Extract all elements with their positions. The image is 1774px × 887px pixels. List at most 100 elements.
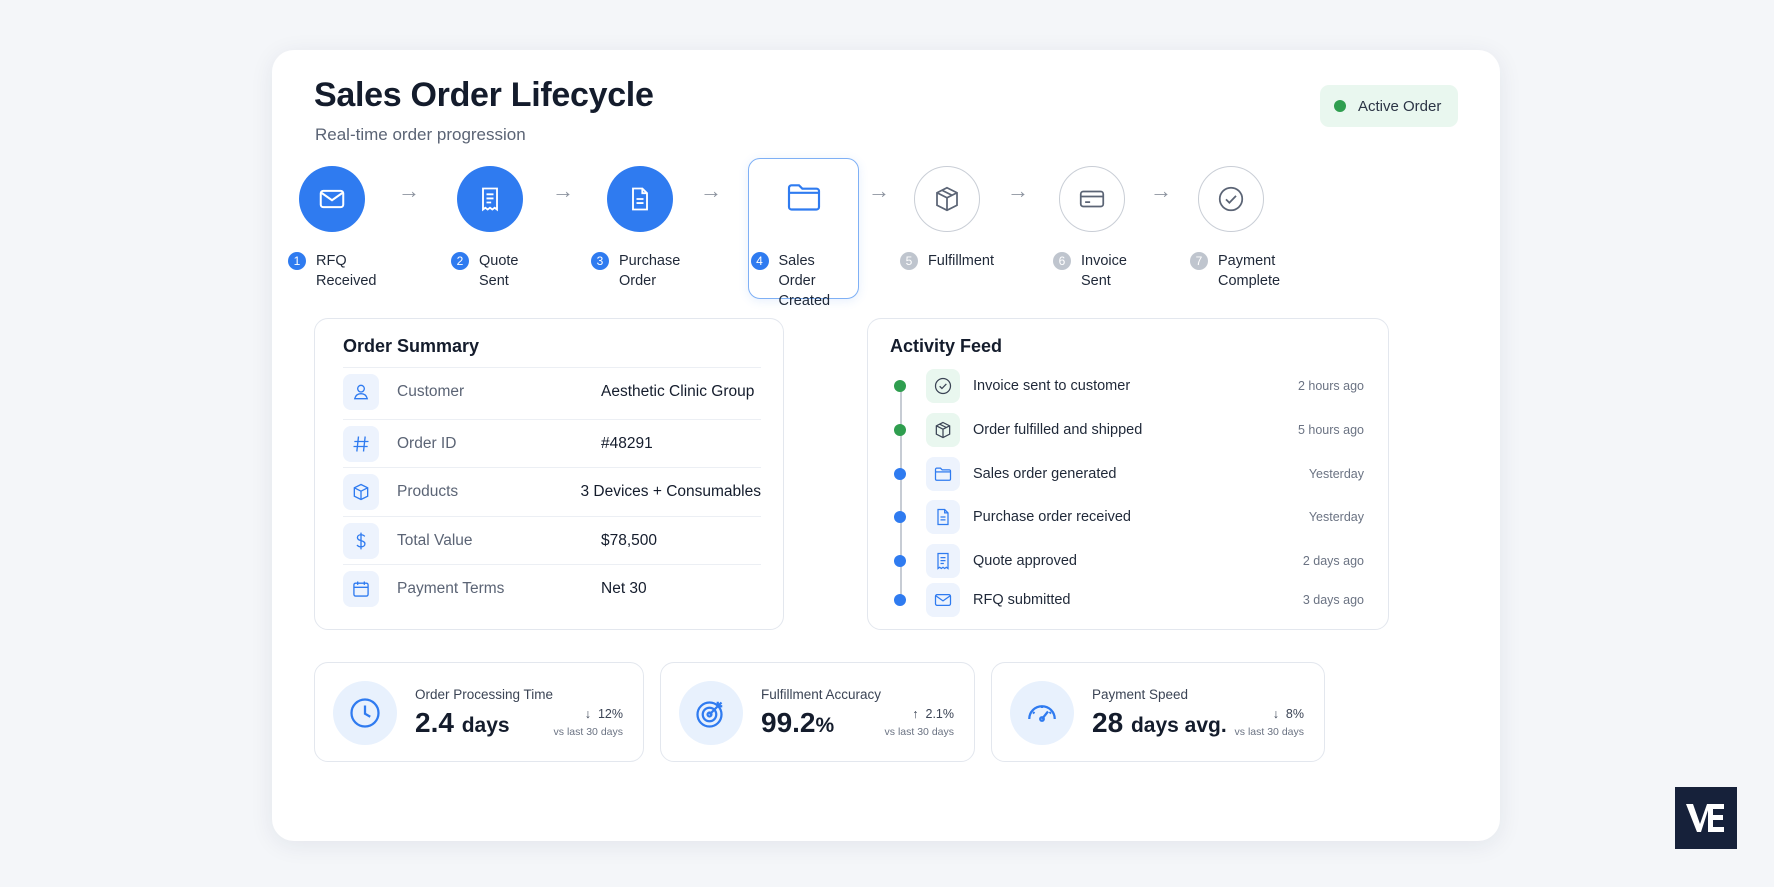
feed-item-text: Order fulfilled and shipped (973, 422, 1143, 438)
feed-item-text: Sales order generated (973, 466, 1117, 482)
metric-label: Payment Speed (1092, 687, 1189, 702)
metric-compare: vs last 30 days (553, 726, 623, 738)
metric-compare: vs last 30 days (884, 726, 954, 738)
step-label: Purchase Order (619, 253, 681, 289)
metric-fulfillment-accuracy: Fulfillment Accuracy 99.2% ↑ 2.1% vs las… (660, 662, 975, 762)
summary-row-order-id: Order ID #48291 (343, 419, 761, 467)
metric-value: 99.2% (761, 707, 835, 738)
folder-icon (776, 169, 832, 225)
brand-logo (1675, 787, 1737, 849)
step-purchase-order[interactable]: 3 Purchase Order (570, 159, 710, 289)
arrow-right-icon: → (398, 178, 420, 203)
step-label: Quote Sent (479, 253, 519, 289)
summary-value: $78,500 (601, 531, 658, 549)
feed-item[interactable]: RFQ submitted 3 days ago (894, 582, 1364, 618)
metric-label: Fulfillment Accuracy (761, 687, 882, 702)
arrow-down-icon: ↓ (584, 707, 592, 721)
arrow-up-icon: ↑ (912, 707, 919, 721)
credit-card-icon (1059, 166, 1125, 232)
timeline-dot (894, 594, 906, 606)
receipt-icon (457, 166, 523, 232)
metric-value: 28 days avg. (1092, 707, 1227, 738)
feed-item-text: Quote approved (973, 553, 1077, 569)
feed-item-time: 3 days ago (1302, 593, 1364, 607)
feed-item[interactable]: Quote approved 2 days ago (894, 543, 1364, 579)
box-icon (914, 166, 980, 232)
order-summary-panel: Order Summary Customer Aesthetic Clinic … (314, 318, 784, 630)
step-label: Fulfillment (927, 253, 995, 269)
document-icon (607, 166, 673, 232)
activity-feed-panel: Activity Feed Invoice sent to customer 2… (867, 318, 1389, 630)
metric-delta: ↓ 8% (1272, 707, 1304, 721)
timeline-dot (894, 424, 906, 436)
step-number: 3 (591, 252, 609, 270)
step-invoice-sent[interactable]: 6 Invoice Sent (1022, 159, 1162, 289)
feed-item[interactable]: Order fulfilled and shipped 5 hours ago (894, 412, 1364, 448)
summary-value: #48291 (601, 434, 653, 452)
metric-delta: ↑ 2.1% (912, 707, 954, 721)
step-number: 7 (1190, 252, 1208, 270)
timeline-dot (894, 380, 906, 392)
step-rfq-received[interactable]: 1 RFQ Received (262, 159, 402, 289)
speedometer-icon (1010, 681, 1074, 745)
summary-value: 3 Devices + Consumables (580, 482, 762, 500)
feed-item-time: 5 hours ago (1297, 423, 1364, 437)
timeline-dot (894, 555, 906, 567)
box-icon (926, 413, 960, 447)
envelope-icon (299, 166, 365, 232)
summary-key: Total Value (397, 531, 473, 549)
box-icon (343, 473, 379, 510)
feed-item-time: 2 hours ago (1297, 379, 1364, 393)
check-circle-icon (926, 369, 960, 403)
calendar-icon (343, 570, 379, 607)
dollar-icon (343, 522, 379, 559)
summary-row-payment-terms: Payment Terms Net 30 (343, 564, 761, 612)
summary-row-total-value: Total Value $78,500 (343, 516, 761, 564)
arrow-down-icon: ↓ (1272, 707, 1279, 721)
clock-icon (333, 681, 397, 745)
summary-key: Order ID (397, 434, 457, 452)
check-circle-icon (1198, 166, 1264, 232)
step-label: RFQ Received (316, 253, 377, 289)
arrow-right-icon: → (700, 178, 722, 203)
lifecycle-card: Sales Order Lifecycle Real-time order pr… (272, 50, 1500, 841)
envelope-icon (926, 583, 960, 617)
status-label: Active Order (1358, 97, 1442, 115)
step-payment-complete[interactable]: 7 Payment Complete (1161, 159, 1301, 289)
step-sales-order-created[interactable]: 4 Sales Order Created (748, 158, 859, 309)
folder-icon (926, 457, 960, 491)
feed-item-time: Yesterday (1308, 467, 1364, 481)
target-icon (679, 681, 743, 745)
hash-icon (343, 425, 379, 462)
feed-item-time: Yesterday (1308, 510, 1364, 524)
timeline-dot (894, 511, 906, 523)
summary-key: Payment Terms (397, 579, 505, 597)
metric-value: 2.4 days (415, 707, 510, 738)
status-dot (1334, 100, 1346, 112)
summary-value: Aesthetic Clinic Group (601, 382, 755, 400)
feed-item[interactable]: Invoice sent to customer 2 hours ago (894, 368, 1364, 404)
feed-item[interactable]: Sales order generated Yesterday (894, 456, 1364, 492)
step-label: Invoice Sent (1081, 253, 1127, 289)
step-quote-sent[interactable]: 2 Quote Sent (420, 159, 560, 289)
activity-feed-title: Activity Feed (890, 336, 1003, 356)
summary-key: Products (397, 482, 459, 500)
step-fulfillment[interactable]: 5 Fulfillment (877, 159, 1017, 289)
step-label: Sales Order Created (778, 253, 831, 309)
feed-item-text: Invoice sent to customer (973, 378, 1131, 394)
receipt-icon (926, 544, 960, 578)
page-subtitle: Real-time order progression (315, 125, 526, 144)
metric-label: Order Processing Time (415, 687, 554, 702)
step-label: Payment Complete (1218, 253, 1281, 289)
metric-delta: ↓ 12% (584, 707, 623, 721)
order-summary-title: Order Summary (343, 336, 480, 356)
feed-item[interactable]: Purchase order received Yesterday (894, 499, 1364, 535)
summary-row-products: Products 3 Devices + Consumables (343, 467, 761, 515)
timeline-dot (894, 468, 906, 480)
step-number: 4 (750, 252, 769, 270)
step-number: 1 (288, 252, 306, 270)
metric-compare: vs last 30 days (1234, 726, 1304, 738)
document-icon (926, 500, 960, 534)
page-title: Sales Order Lifecycle (314, 76, 654, 114)
summary-key: Customer (397, 382, 465, 400)
